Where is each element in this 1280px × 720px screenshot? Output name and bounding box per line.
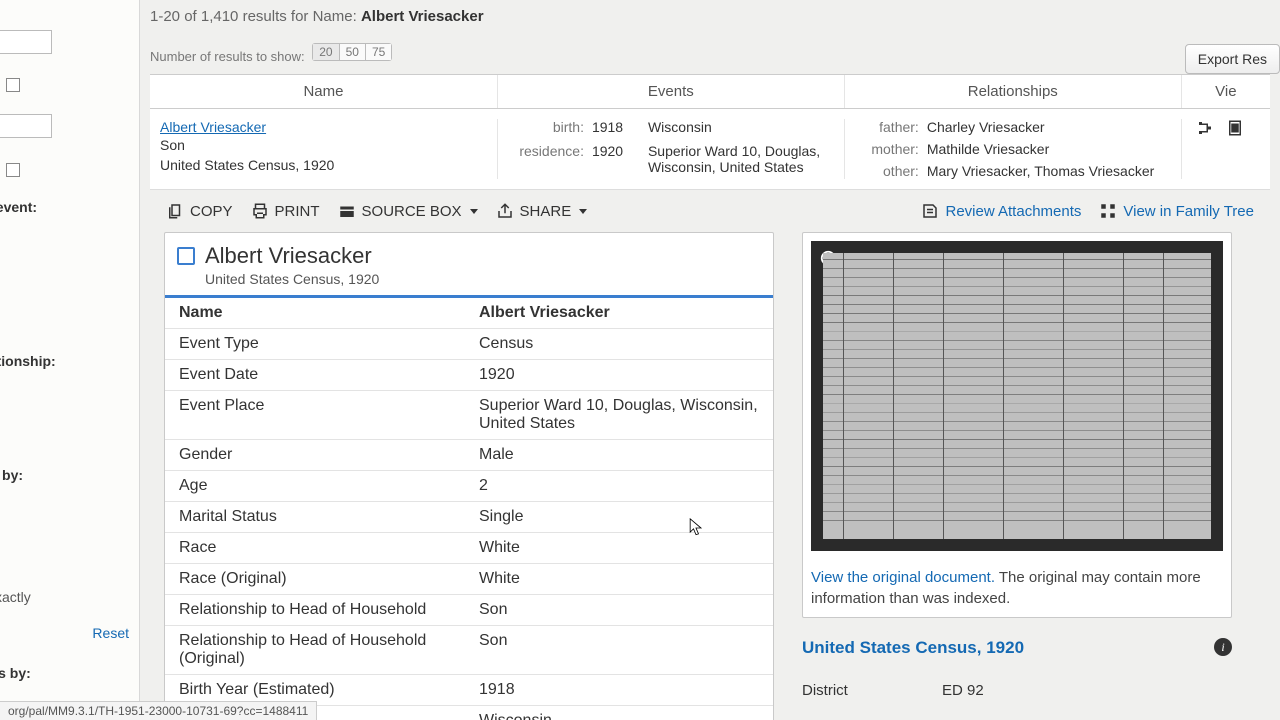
detail-key: Event Type (179, 335, 479, 353)
detail-key: Event Place (179, 397, 479, 433)
export-button[interactable]: Export Res (1185, 44, 1280, 74)
relationship-label: a relationship: (0, 353, 139, 369)
rel-label: father: (859, 119, 919, 135)
col-name: Name (150, 75, 497, 108)
district-key: District (802, 682, 942, 699)
detail-row: Age2 (165, 471, 773, 502)
detail-row: Event Date1920 (165, 360, 773, 391)
person-link[interactable]: Albert Vriesacker (160, 119, 497, 135)
rel-label: other: (859, 163, 919, 179)
info-icon[interactable]: i (1214, 638, 1232, 656)
detail-value: 1920 (479, 366, 759, 384)
detail-key: Race (Original) (179, 570, 479, 588)
detail-value: Son (479, 632, 759, 668)
results-header: 1-20 of 1,410 results for Name: Albert V… (150, 8, 1270, 25)
view-original-link[interactable]: View the original document. (811, 569, 995, 586)
print-button[interactable]: PRINT (251, 202, 320, 220)
rel-value: Mary Vriesacker, Thomas Vriesacker (927, 163, 1181, 179)
detail-value: Superior Ward 10, Douglas, Wisconsin, Un… (479, 397, 759, 433)
filters-sidebar: a life event: a relationship: cords by: … (0, 0, 140, 720)
detail-row: GenderMale (165, 440, 773, 471)
exactly-label: rms exactly (0, 589, 139, 605)
detail-key: Relationship to Head of Household (Origi… (179, 632, 479, 668)
er-link[interactable]: er (0, 523, 139, 539)
detail-key: Marital Status (179, 508, 479, 526)
view-family-tree-link[interactable]: View in Family Tree (1099, 202, 1254, 220)
rel-label: mother: (859, 141, 919, 157)
result-row: Albert Vriesacker Son United States Cens… (150, 109, 1270, 190)
detail-key: Relationship to Head of Household (179, 601, 479, 619)
document-image-box: View the original document. The original… (802, 232, 1232, 618)
event-value: Superior Ward 10, Douglas, Wisconsin, Un… (648, 143, 844, 175)
detail-value: White (479, 570, 759, 588)
checkbox-2[interactable] (6, 163, 20, 177)
detail-key: Name (179, 304, 479, 322)
caret-down-icon (470, 209, 478, 214)
detail-row: RaceWhite (165, 533, 773, 564)
detail-title: Albert Vriesacker (205, 243, 759, 269)
document-thumbnail[interactable] (811, 241, 1223, 551)
copy-button[interactable]: COPY (166, 202, 233, 220)
action-bar: COPY PRINT SOURCE BOX SHARE Review Attac… (150, 190, 1270, 232)
sourcebox-button[interactable]: SOURCE BOX (338, 202, 478, 220)
filter-input-2[interactable] (0, 114, 52, 138)
rel-value: Charley Vriesacker (927, 119, 1181, 135)
detail-subtitle: United States Census, 1920 (205, 271, 759, 287)
detail-value: Albert Vriesacker (479, 304, 759, 322)
caret-down-icon (579, 209, 587, 214)
per-page-20[interactable]: 20 (312, 43, 339, 61)
per-page-75[interactable]: 75 (366, 43, 392, 61)
checkbox-1[interactable] (6, 78, 20, 92)
results-per-page: Number of results to show: 205075 (150, 43, 1270, 64)
detail-row: Race (Original)White (165, 564, 773, 595)
life-event-label: a life event: (0, 199, 139, 215)
district-value: ED 92 (942, 682, 984, 699)
detail-row: Relationship to Head of Household (Origi… (165, 626, 773, 675)
event-label: birth: (512, 119, 584, 135)
filter-input-1[interactable] (0, 30, 52, 54)
detail-row: Marital StatusSingle (165, 502, 773, 533)
col-events: Events (497, 75, 844, 108)
per-page-50[interactable]: 50 (340, 43, 366, 61)
person-source: United States Census, 1920 (160, 157, 497, 173)
detail-row: Event PlaceSuperior Ward 10, Douglas, Wi… (165, 391, 773, 440)
detail-value: Male (479, 446, 759, 464)
detail-value: 1918 (479, 681, 759, 699)
detail-key: Gender (179, 446, 479, 464)
detail-value: Wisconsin (479, 712, 759, 720)
detail-row: Relationship to Head of HouseholdSon (165, 595, 773, 626)
document-icon[interactable] (1226, 119, 1244, 137)
results-by-label: results by: (0, 665, 139, 681)
collection-title[interactable]: United States Census, 1920 (802, 638, 1232, 658)
detail-key: Birth Year (Estimated) (179, 681, 479, 699)
share-button[interactable]: SHARE (496, 202, 588, 220)
detail-key: Race (179, 539, 479, 557)
event-year: 1920 (592, 143, 640, 175)
col-view: Vie (1181, 75, 1270, 108)
event-label: residence: (512, 143, 584, 175)
status-url: org/pal/MM9.3.1/TH-1951-23000-10731-69?c… (0, 701, 317, 720)
event-value: Wisconsin (648, 119, 844, 135)
detail-value: Son (479, 601, 759, 619)
detail-value: Single (479, 508, 759, 526)
detail-value: Census (479, 335, 759, 353)
tree-icon[interactable] (1196, 119, 1214, 137)
reset-link[interactable]: Reset (0, 625, 129, 641)
record-detail-card: Albert Vriesacker United States Census, … (164, 232, 774, 720)
detail-key: Age (179, 477, 479, 495)
record-icon (177, 247, 195, 265)
detail-row: NameAlbert Vriesacker (165, 298, 773, 329)
rel-value: Mathilde Vriesacker (927, 141, 1181, 157)
detail-key: Event Date (179, 366, 479, 384)
col-relationships: Relationships (844, 75, 1181, 108)
detail-row: Event TypeCensus (165, 329, 773, 360)
results-header-row: Name Events Relationships Vie (150, 74, 1270, 109)
detail-value: 2 (479, 477, 759, 495)
detail-value: White (479, 539, 759, 557)
records-by-label: cords by: (0, 467, 139, 483)
person-role: Son (160, 137, 497, 153)
document-caption: View the original document. The original… (811, 567, 1223, 609)
event-year: 1918 (592, 119, 640, 135)
review-attachments-link[interactable]: Review Attachments (921, 202, 1081, 220)
